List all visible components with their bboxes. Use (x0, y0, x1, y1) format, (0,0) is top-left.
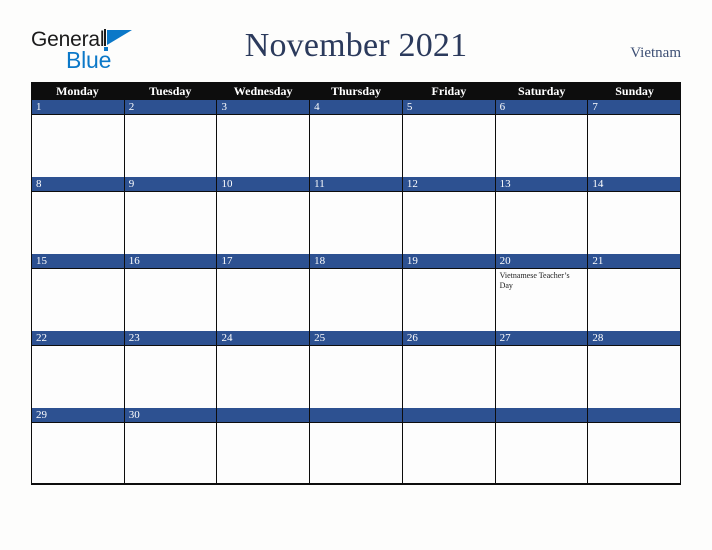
day-cell-6[interactable]: 6 (495, 100, 589, 177)
day-number: 6 (495, 100, 588, 115)
day-cell-1[interactable]: 1 (32, 100, 125, 177)
day-number: 15 (32, 254, 124, 269)
day-cell-28[interactable]: 28 (588, 331, 681, 408)
day-number: 8 (32, 177, 124, 192)
calendar-grid: Monday Tuesday Wednesday Thursday Friday Satu… (31, 82, 681, 485)
day-cell-29[interactable]: 29 (32, 408, 125, 483)
day-cell-4[interactable]: 4 (310, 100, 403, 177)
calendar-week-row: 22 23 24 25 26 27 28 (31, 331, 681, 408)
day-of-week-monday: Monday (56, 84, 99, 98)
day-number: 19 (402, 254, 495, 269)
day-cell-19[interactable]: 19 (402, 254, 496, 331)
country-label: Vietnam (630, 45, 681, 61)
day-number: 12 (402, 177, 495, 192)
day-cell-13[interactable]: 13 (495, 177, 589, 254)
day-number: 2 (124, 100, 217, 115)
day-number (402, 408, 495, 423)
day-of-week-sunday: Sunday (615, 84, 654, 98)
day-number: 10 (217, 177, 310, 192)
day-cell-empty[interactable] (588, 408, 681, 483)
day-number: 26 (402, 331, 495, 346)
day-number: 30 (124, 408, 217, 423)
day-number: 25 (310, 331, 402, 346)
day-of-week-thursday: Thursday (330, 84, 382, 98)
day-of-week-header: Monday Tuesday Wednesday Thursday Friday Satu… (31, 82, 681, 100)
calendar-week-row: 8 9 10 11 12 13 14 (31, 177, 681, 254)
day-cell-3[interactable]: 3 (217, 100, 311, 177)
day-cell-24[interactable]: 24 (217, 331, 311, 408)
day-number: 18 (310, 254, 402, 269)
day-cell-26[interactable]: 26 (402, 331, 496, 408)
day-cell-18[interactable]: 18 (310, 254, 403, 331)
page-header: General Blue November 2021 Vietnam (0, 0, 712, 80)
day-cell-14[interactable]: 14 (588, 177, 681, 254)
day-number: 11 (310, 177, 402, 192)
page-title: November 2021 (244, 27, 468, 64)
calendar-week-row: 29 30 (31, 408, 681, 485)
day-number: 24 (217, 331, 310, 346)
day-cell-8[interactable]: 8 (32, 177, 125, 254)
day-number: 9 (124, 177, 217, 192)
day-number: 14 (588, 177, 681, 192)
day-number (588, 408, 681, 423)
day-cell-16[interactable]: 16 (124, 254, 218, 331)
day-number: 22 (32, 331, 124, 346)
day-cell-22[interactable]: 22 (32, 331, 125, 408)
day-number: 28 (588, 331, 681, 346)
day-number: 7 (588, 100, 681, 115)
day-number: 13 (495, 177, 588, 192)
day-number: 4 (310, 100, 402, 115)
day-cell-12[interactable]: 12 (402, 177, 496, 254)
day-cell-17[interactable]: 17 (217, 254, 311, 331)
day-number: 21 (588, 254, 681, 269)
day-cell-9[interactable]: 9 (124, 177, 218, 254)
day-number: 1 (32, 100, 124, 115)
day-cell-27[interactable]: 27 (495, 331, 589, 408)
day-of-week-saturday: Saturday (518, 84, 566, 98)
day-cell-5[interactable]: 5 (402, 100, 496, 177)
day-cell-2[interactable]: 2 (124, 100, 218, 177)
calendar-week-row: 1234567 (31, 100, 681, 177)
day-of-week-wednesday: Wednesday (233, 84, 293, 98)
day-of-week-tuesday: Tuesday (149, 84, 192, 98)
day-cell-20[interactable]: 20 Vietnamese Teacher’s Day (495, 254, 589, 331)
day-number: 16 (124, 254, 217, 269)
event-list: Vietnamese Teacher’s Day (496, 269, 588, 291)
day-cell-21[interactable]: 21 (588, 254, 681, 331)
day-cell-empty[interactable] (402, 408, 496, 483)
day-number: 23 (124, 331, 217, 346)
day-cell-empty[interactable] (217, 408, 311, 483)
calendar-page: General Blue November 2021 Vietnam Monda… (0, 0, 712, 550)
day-number (217, 408, 310, 423)
day-cell-10[interactable]: 10 (217, 177, 311, 254)
day-cell-15[interactable]: 15 (32, 254, 125, 331)
day-number: 29 (32, 408, 124, 423)
day-cell-30[interactable]: 30 (124, 408, 218, 483)
day-number: 3 (217, 100, 310, 115)
day-number: 5 (402, 100, 495, 115)
calendar-weeks: 1 2 3 4 5 6 7 8 9 10 11 12 13 14 15 16 17 18 19 20 Vietnames… (31, 100, 681, 485)
day-cell-7[interactable]: 7 (588, 100, 681, 177)
day-number (310, 408, 402, 423)
day-number: 20 (495, 254, 588, 269)
day-number (495, 408, 588, 423)
day-number: 17 (217, 254, 310, 269)
day-cell-empty[interactable] (495, 408, 589, 483)
day-cell-23[interactable]: 23 (124, 331, 218, 408)
day-cell-25[interactable]: 25 (310, 331, 403, 408)
calendar-week-row: 15 16 17 18 19 20 Vietnamese Teacher’s Day 21 (31, 254, 681, 331)
day-cell-11[interactable]: 11 (310, 177, 403, 254)
day-cell-empty[interactable] (310, 408, 403, 483)
holiday-event: Vietnamese Teacher’s Day (499, 271, 570, 290)
day-of-week-friday: Friday (431, 84, 467, 98)
day-number: 27 (495, 331, 588, 346)
